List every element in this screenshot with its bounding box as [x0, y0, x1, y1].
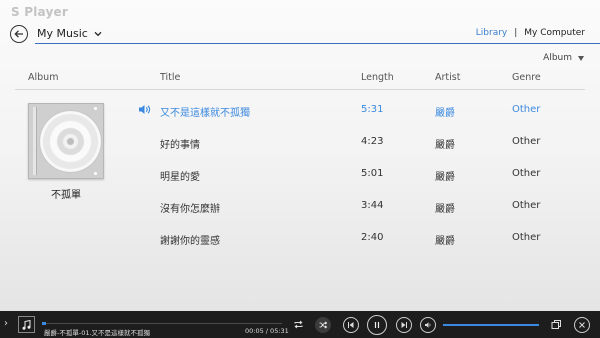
track-artist: 嚴爵: [435, 204, 455, 215]
now-playing-art[interactable]: [18, 316, 35, 333]
volume-icon: [425, 322, 431, 328]
track-artist: 嚴爵: [435, 140, 455, 151]
shuffle-button[interactable]: [315, 317, 331, 333]
header-underline: [35, 43, 600, 44]
track-artist: 嚴爵: [435, 108, 455, 119]
now-playing-text: 嚴爵-不孤單-01.又不是這樣就不孤獨: [44, 329, 151, 337]
seek-bar[interactable]: [42, 323, 282, 324]
column-header-genre[interactable]: Genre: [512, 72, 541, 83]
next-button[interactable]: [396, 317, 412, 333]
track-length: 2:40: [361, 232, 384, 243]
track-title: 謝謝你的靈感: [160, 236, 220, 247]
track-row[interactable]: 沒有你怎麼辦 3:44 嚴爵 Other: [0, 200, 600, 232]
track-length: 5:31: [361, 104, 384, 115]
shuffle-icon: [319, 321, 327, 329]
track-row[interactable]: 明星的愛 5:01 嚴爵 Other: [0, 168, 600, 200]
back-button[interactable]: [10, 25, 28, 43]
volume-slider[interactable]: [443, 324, 539, 326]
source-dropdown[interactable]: My Music: [37, 27, 102, 40]
track-title: 又不是這樣就不孤獨: [160, 108, 250, 119]
column-header-artist[interactable]: Artist: [435, 72, 460, 83]
column-header-length[interactable]: Length: [361, 72, 394, 83]
track-genre: Other: [512, 168, 541, 179]
track-artist: 嚴爵: [435, 236, 455, 247]
chevron-right-icon[interactable]: ›: [4, 318, 8, 329]
close-icon: [579, 322, 585, 328]
repeat-icon: [294, 320, 302, 328]
header-divider: [15, 89, 585, 90]
track-length: 5:01: [361, 168, 384, 179]
track-title: 明星的愛: [160, 172, 200, 183]
nav-library[interactable]: Library: [476, 28, 507, 38]
mini-player-button[interactable]: [550, 318, 562, 330]
column-header-title[interactable]: Title: [160, 72, 180, 83]
skip-previous-icon: [348, 322, 354, 328]
repeat-button[interactable]: [292, 318, 304, 330]
pause-icon: [374, 322, 380, 328]
time-display: 00:05 / 05:31: [245, 327, 289, 335]
track-genre: Other: [512, 200, 541, 211]
previous-button[interactable]: [343, 317, 359, 333]
column-header-album[interactable]: Album: [28, 72, 58, 83]
track-length: 3:44: [361, 200, 384, 211]
track-row[interactable]: 好的事情 4:23 嚴爵 Other: [0, 136, 600, 168]
volume-button[interactable]: [420, 317, 436, 333]
track-row[interactable]: 謝謝你的靈感 2:40 嚴爵 Other: [0, 232, 600, 264]
music-note-icon: [22, 319, 31, 330]
app-title: S Player: [11, 5, 68, 19]
pause-button[interactable]: [367, 315, 387, 335]
nav-separator: |: [514, 28, 518, 38]
track-genre: Other: [512, 232, 541, 243]
source-dropdown-label: My Music: [37, 27, 88, 40]
seek-bar-fill: [42, 322, 46, 325]
mini-player-icon: [551, 319, 561, 329]
view-switcher: Library | My Computer: [476, 28, 585, 38]
track-length: 4:23: [361, 136, 384, 147]
player-bar: › 嚴爵-不孤單-01.又不是這樣就不孤獨 00:05 / 05:31: [0, 311, 600, 338]
close-button[interactable]: [574, 317, 590, 333]
arrow-left-icon: [14, 30, 23, 38]
skip-next-icon: [401, 322, 407, 328]
triangle-down-icon: [578, 55, 584, 61]
nav-my-computer[interactable]: My Computer: [524, 28, 585, 38]
sort-label: Album: [543, 53, 572, 63]
chevron-down-icon: [94, 31, 102, 36]
sort-dropdown[interactable]: Album: [543, 53, 584, 63]
track-genre: Other: [512, 104, 541, 115]
track-title: 好的事情: [160, 140, 200, 151]
track-title: 沒有你怎麼辦: [160, 204, 220, 215]
track-artist: 嚴爵: [435, 172, 455, 183]
track-row[interactable]: 又不是這樣就不孤獨 5:31 嚴爵 Other: [0, 104, 600, 136]
track-genre: Other: [512, 136, 541, 147]
